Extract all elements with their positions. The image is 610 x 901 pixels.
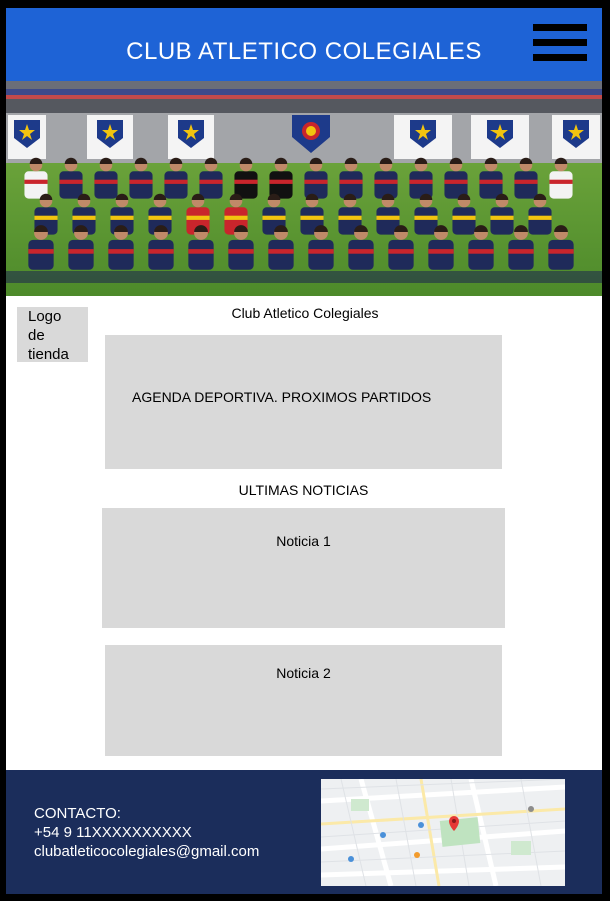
menu-bar-bottom [533,54,587,61]
hamburger-menu-icon[interactable] [533,24,587,62]
site-header: CLUB ATLETICO COLEGIALES [6,8,602,81]
club-name-heading: Club Atletico Colegiales [231,305,379,321]
players-shorts-band [6,271,602,283]
contact-phone[interactable]: +54 9 11XXXXXXXXXX [34,823,259,842]
team-photo [6,81,602,296]
site-title: CLUB ATLETICO COLEGIALES [126,38,482,65]
sports-agenda-panel[interactable]: AGENDA DEPORTIVA. PROXIMOS PARTIDOS [105,335,502,469]
contact-block: CONTACTO: +54 9 11XXXXXXXXXX clubatletic… [34,804,259,861]
sports-agenda-label: AGENDA DEPORTIVA. PROXIMOS PARTIDOS [132,389,432,405]
news-card-title: Noticia 1 [276,533,331,549]
contact-email[interactable]: clubatleticocolegiales@gmail.com [34,842,259,861]
news-card[interactable]: Noticia 1 [102,508,505,628]
store-logo-placeholder[interactable]: Logo de tienda [17,307,88,363]
page-frame: CLUB ATLETICO COLEGIALES Logo de tienda … [6,8,602,894]
news-card[interactable]: Noticia 2 [105,645,502,756]
contact-label: CONTACTO: [34,805,121,822]
store-logo-label: Logo de tienda [28,308,69,363]
news-card-title: Noticia 2 [276,665,331,681]
menu-bar-middle [533,39,587,46]
location-map[interactable] [321,779,565,886]
latest-news-heading: ULTIMAS NOTICIAS [238,482,369,498]
menu-bar-top [533,24,587,31]
site-footer: CONTACTO: +54 9 11XXXXXXXXXX clubatletic… [6,770,602,894]
